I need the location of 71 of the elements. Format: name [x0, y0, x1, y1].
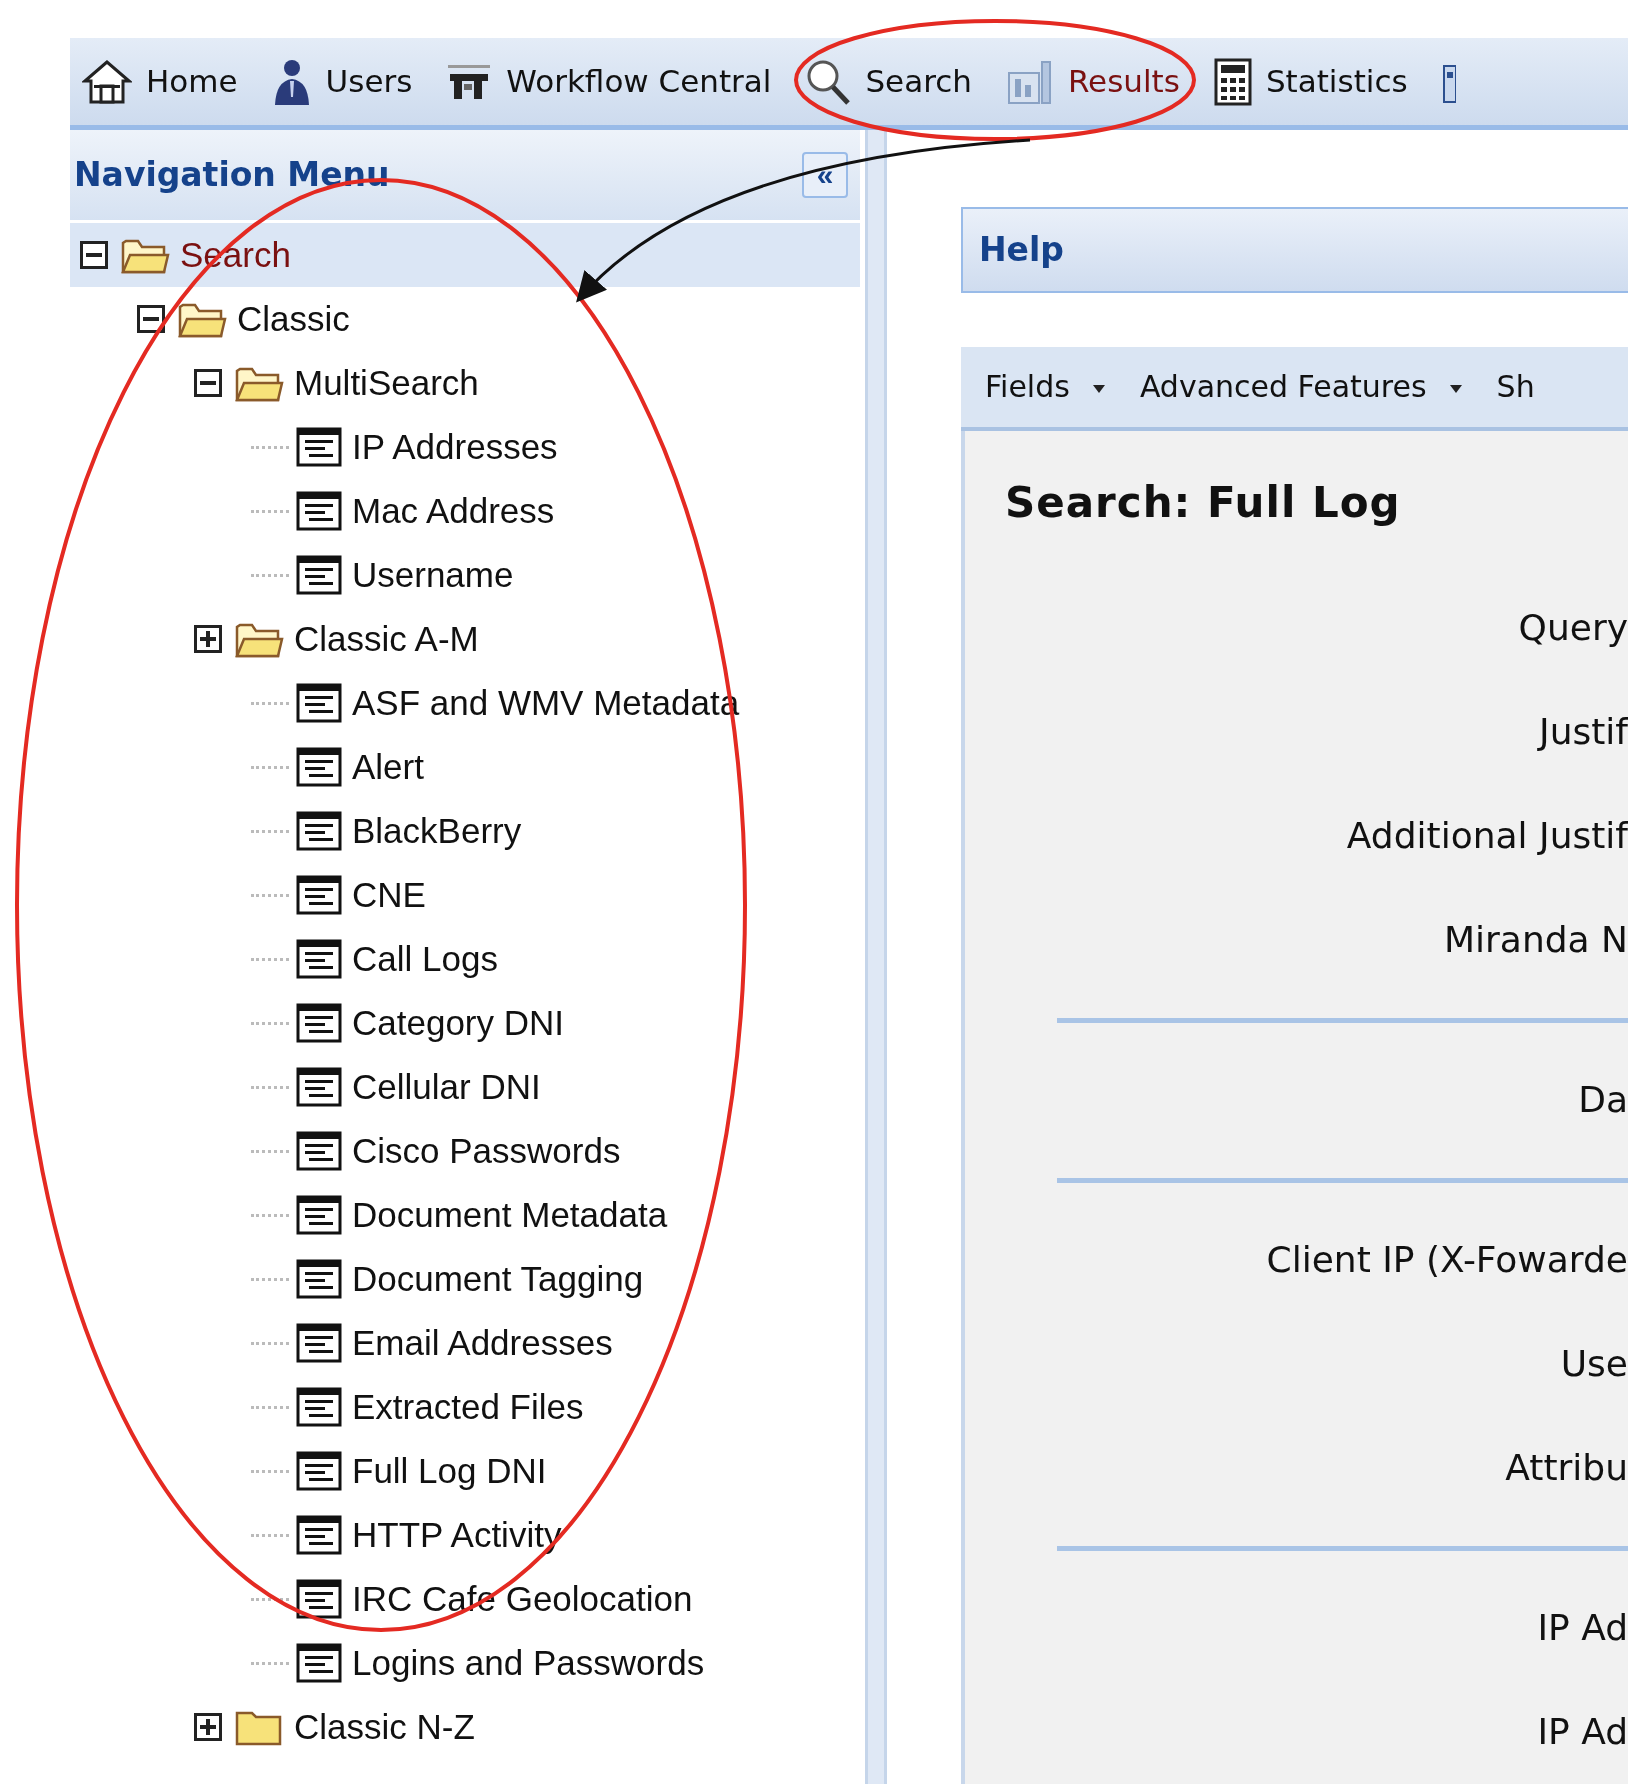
document-icon [296, 1579, 342, 1619]
document-icon [296, 1323, 342, 1363]
document-icon [296, 875, 342, 915]
tree-item[interactable]: Email Addresses [352, 1316, 613, 1370]
tree-item[interactable]: Call Logs [352, 932, 498, 986]
chart-icon [1005, 58, 1054, 105]
tree-item[interactable]: Category DNI [352, 996, 565, 1050]
field-label: IP Ad [1537, 1710, 1628, 1754]
document-icon [296, 1067, 342, 1107]
expand-icon[interactable] [194, 625, 222, 653]
field-label: Client IP (X-Fowarde [1266, 1238, 1628, 1282]
app-icon[interactable] [1441, 63, 1456, 104]
document-icon [296, 939, 342, 979]
tree-item[interactable]: MultiSearch [294, 356, 479, 410]
document-icon [296, 1003, 342, 1043]
tree-item[interactable]: Cellular DNI [352, 1060, 541, 1114]
document-icon [296, 1451, 342, 1491]
calculator-icon [1213, 57, 1252, 106]
field-label: Attribu [1505, 1446, 1628, 1490]
form-title: Search: Full Log [1005, 478, 1401, 527]
document-icon [296, 427, 342, 467]
document-icon [296, 1195, 342, 1235]
tree-item[interactable]: Classic A-M [294, 612, 479, 666]
document-icon [296, 1259, 342, 1299]
tree-item[interactable]: Logins and Passwords [352, 1636, 705, 1690]
panel-title: Help [979, 229, 1064, 272]
menu-item[interactable]: Results [1005, 58, 1180, 105]
collapse-icon[interactable] [194, 369, 222, 397]
menu-item[interactable]: Home [82, 58, 238, 105]
tree-item[interactable]: Full Log DNI [352, 1444, 547, 1498]
field-label: Query [1518, 606, 1628, 650]
menu-item[interactable]: Statistics [1213, 57, 1408, 106]
menu-item[interactable]: Search [805, 57, 972, 106]
tree-item[interactable]: Classic N-Z [294, 1700, 475, 1754]
menu-item[interactable]: Users [271, 56, 413, 107]
document-icon [296, 555, 342, 595]
tree-item[interactable]: Mac Address [352, 484, 555, 538]
tree-item[interactable]: Alert [352, 740, 424, 794]
collapse-icon[interactable] [80, 241, 108, 269]
toolbar-menu[interactable]: Advanced Features [1139, 364, 1463, 410]
document-icon [296, 683, 342, 723]
document-icon [296, 1643, 342, 1683]
toolbar-menu[interactable]: Sh [1496, 364, 1535, 410]
tree-item[interactable]: Username [352, 548, 514, 602]
document-icon [296, 747, 342, 787]
document-icon [296, 811, 342, 851]
field-label: Miranda N [1443, 918, 1628, 962]
document-icon [296, 1515, 342, 1555]
expand-icon[interactable] [194, 1713, 222, 1741]
tree-item[interactable]: Cisco Passwords [352, 1124, 621, 1178]
field-label: Justif [1539, 710, 1628, 754]
tree-item[interactable]: Extracted Files [352, 1380, 584, 1434]
field-label: Use [1560, 1342, 1628, 1386]
tree-item[interactable]: Classic [237, 292, 350, 346]
document-icon [296, 1131, 342, 1171]
menu-item[interactable]: Workflow Central [446, 58, 772, 105]
tree-item[interactable]: BlackBerry [352, 804, 522, 858]
home-icon [82, 58, 132, 105]
toolbar-menu[interactable]: Fields [985, 364, 1106, 410]
document-icon [296, 1387, 342, 1427]
field-label: Da [1578, 1078, 1628, 1122]
document-icon [296, 491, 342, 531]
tree-item[interactable]: Document Tagging [352, 1252, 644, 1306]
tree-item[interactable]: HTTP Activity [352, 1508, 562, 1562]
tree-item[interactable]: CNE [352, 868, 426, 922]
collapse-button[interactable]: « [802, 152, 848, 198]
field-label: IP Ad [1537, 1606, 1628, 1650]
tree-item[interactable]: Document Metadata [352, 1188, 668, 1242]
collapse-icon[interactable] [137, 305, 165, 333]
field-label: Additional Justif [1346, 814, 1628, 858]
tree-item[interactable]: IP Addresses [352, 420, 558, 474]
